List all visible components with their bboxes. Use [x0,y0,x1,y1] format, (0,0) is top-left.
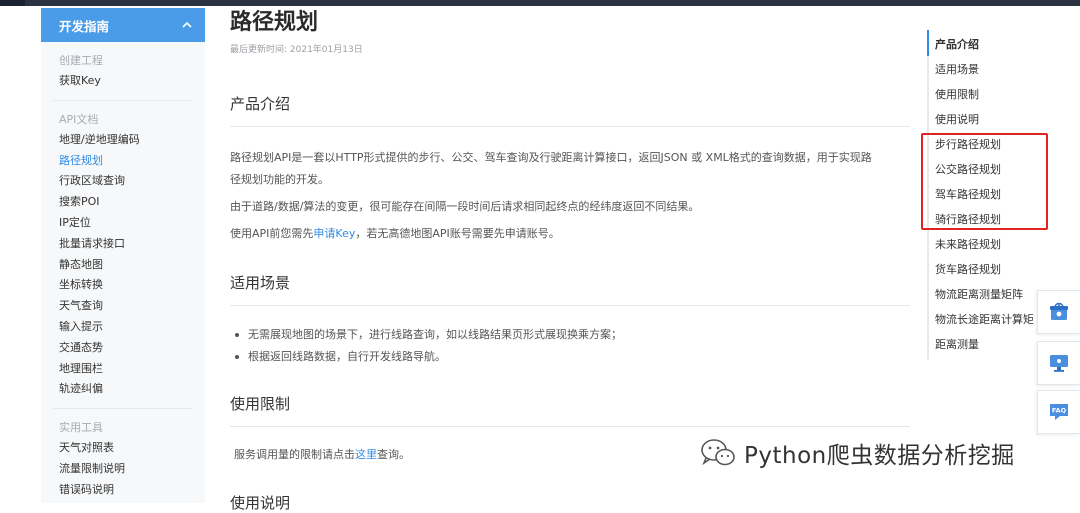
wechat-icon [701,439,735,466]
gift-icon [1050,302,1068,320]
toc-item-truck[interactable]: 货车路径规划 [935,261,1001,277]
intro-paragraph-3: 使用API前您需先申请Key，若无高德地图API账号需要先申请账号。 [230,223,910,245]
sidebar-group-title-tools: 实用工具 [59,421,103,435]
monitor-icon [1050,355,1068,372]
toc-item-limit[interactable]: 使用限制 [935,86,979,102]
intro-p3-post: ，若无高德地图API账号需要先申请账号。 [355,227,560,240]
toc-highlight-box [921,133,1048,230]
sidebar-item-district[interactable]: 行政区域查询 [59,171,205,192]
section-divider [230,305,910,306]
sidebar-item-weather-table[interactable]: 天气对照表 [59,438,205,459]
intro-line-1: 路径规划API是一套以HTTP形式提供的步行、公交、驾车查询及行驶距离计算接口，… [230,151,872,164]
intro-paragraph-2: 由于道路/数据/算法的变更，很可能存在间隔一段时间后请求相同起终点的经纬度返回不… [230,200,700,213]
sidebar-group-start: 创建工程 获取Key [41,50,205,92]
sidebar-item-geocode[interactable]: 地理/逆地理编码 [59,130,205,151]
chevron-up-icon [182,21,192,28]
sidebar-item-get-key[interactable]: 获取Key [59,71,205,92]
scene-bullet-2: 根据返回线路数据，自行开发线路导航。 [230,346,622,368]
sidebar-item-traffic[interactable]: 交通态势 [59,338,205,359]
sidebar-header-dev-guide[interactable]: 开发指南 [41,8,205,42]
sidebar-item-rate-limit[interactable]: 流量限制说明 [59,459,205,480]
scene-bullet-1: 无需展现地图的场景下，进行线路查询，如以线路结果页形式展现换乘方案； [230,324,622,346]
faq-icon-label: FAQ [1052,407,1067,415]
sidebar-item-search-poi[interactable]: 搜索POI [59,192,205,213]
sidebar-item-track-correct[interactable]: 轨迹纠偏 [59,379,205,400]
sidebar-divider [53,99,193,101]
toc-active-indicator [927,30,929,56]
toc-item-future[interactable]: 未来路径规划 [935,236,1001,252]
apply-key-link[interactable]: 申请Key [313,227,355,240]
toc-item-long-distance[interactable]: 物流长途距离计算矩 [935,311,1034,327]
section-title-scene: 适用场景 [230,274,291,292]
sidebar: 开发指南 创建工程 获取Key API文档 地理/逆地理编码 路径规划 行政区域… [41,8,205,503]
watermark: Python爬虫数据分析挖掘 [700,433,1015,473]
section-title-limit: 使用限制 [230,395,291,413]
sidebar-item-route-planning[interactable]: 路径规划 [59,151,205,172]
sidebar-item-coord-convert[interactable]: 坐标转换 [59,275,205,296]
sidebar-group-api: API文档 地理/逆地理编码 路径规划 行政区域查询 搜索POI IP定位 批量… [41,109,205,400]
sidebar-item-input-tips[interactable]: 输入提示 [59,317,205,338]
gift-button[interactable] [1037,290,1080,334]
sidebar-group-title-api: API文档 [59,112,99,126]
sidebar-item-static-map[interactable]: 静态地图 [59,255,205,276]
toc-item-scene[interactable]: 适用场景 [935,61,979,77]
intro-paragraph-1: 路径规划API是一套以HTTP形式提供的步行、公交、驾车查询及行驶距离计算接口，… [230,147,910,191]
limit-here-link[interactable]: 这里 [355,448,377,461]
limit-post: 查询。 [377,448,410,461]
toc-item-intro[interactable]: 产品介绍 [935,36,979,52]
sidebar-header-label: 开发指南 [59,18,110,34]
main-content: 路径规划 最后更新时间: 2021年01月13日 产品介绍 路径规划API是一套… [230,0,910,512]
toc-item-usage[interactable]: 使用说明 [935,111,979,127]
toc-item-distance[interactable]: 距离测量 [935,336,979,352]
sidebar-item-error-codes[interactable]: 错误码说明 [59,480,205,501]
last-updated: 最后更新时间: 2021年01月13日 [230,45,363,55]
limit-pre: 服务调用量的限制请点击 [234,448,355,461]
sidebar-divider [53,408,193,410]
intro-p3-pre: 使用API前您需先 [230,227,314,240]
watermark-text: Python爬虫数据分析挖掘 [744,443,1015,469]
intro-line-2: 径规划功能的开发。 [230,173,329,186]
faq-icon: FAQ [1050,404,1068,420]
page-title: 路径规划 [230,10,319,35]
sidebar-item-batch[interactable]: 批量请求接口 [59,234,205,255]
monitor-button[interactable] [1037,341,1080,385]
sidebar-item-weather[interactable]: 天气查询 [59,296,205,317]
scene-list: 无需展现地图的场景下，进行线路查询，如以线路结果页形式展现换乘方案； 根据返回线… [230,324,622,368]
section-divider [230,126,910,127]
sidebar-item-geofence[interactable]: 地理围栏 [59,359,205,380]
faq-button[interactable]: FAQ [1037,390,1080,434]
section-divider [230,426,910,427]
sidebar-group-tools: 实用工具 天气对照表 流量限制说明 错误码说明 [41,417,205,500]
section-title-intro: 产品介绍 [230,95,291,113]
sidebar-item-ip-location[interactable]: IP定位 [59,213,205,234]
toc-item-logistics-matrix[interactable]: 物流距离测量矩阵 [935,286,1023,302]
sidebar-item-create-project[interactable]: 创建工程 [59,50,205,71]
